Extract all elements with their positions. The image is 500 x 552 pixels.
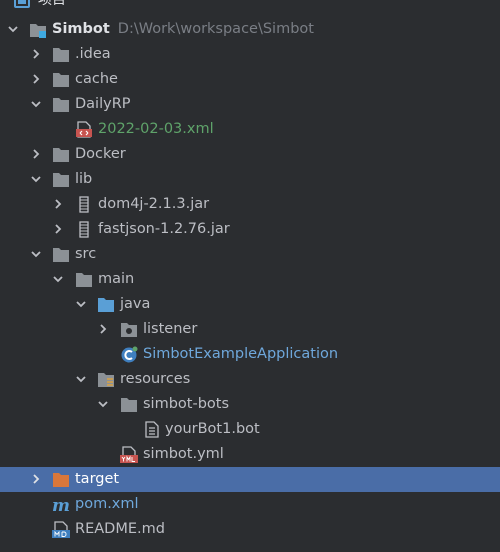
chevron-right-icon[interactable] [30, 473, 42, 485]
tree-label: simbot.yml [143, 446, 224, 462]
chevron-down-icon[interactable] [30, 98, 42, 110]
package-icon [121, 323, 137, 337]
chevron-down-icon[interactable] [30, 248, 42, 260]
chevron-down-icon[interactable] [30, 173, 42, 185]
tree-label: resources [120, 371, 191, 387]
source-folder-icon [98, 298, 114, 312]
tree-label: dom4j-2.1.3.jar [98, 196, 210, 212]
tree-label: yourBot1.bot [165, 421, 260, 437]
tree-label: README.md [75, 521, 165, 537]
chevron-down-icon[interactable] [97, 398, 109, 410]
xml-file-icon [76, 121, 92, 138]
chevron-down-icon[interactable] [84, 0, 96, 4]
tree-item-resources[interactable]: resources [0, 367, 500, 392]
jar-icon [79, 196, 89, 213]
tree-item-xml-file[interactable]: 2022-02-03.xml [0, 117, 500, 142]
folder-icon [53, 148, 69, 162]
tree-item-dom4j-jar[interactable]: dom4j-2.1.3.jar [0, 192, 500, 217]
tree-label: fastjson-1.2.76.jar [98, 221, 230, 237]
folder-icon [76, 273, 92, 287]
tree-label: Docker [75, 146, 126, 162]
text-file-icon [145, 421, 159, 438]
root-path: D:\Work\workspace\Simbot [117, 21, 314, 37]
tree-item-src[interactable]: src [0, 242, 500, 267]
tree-item-readme[interactable]: README.md [0, 517, 500, 542]
folder-icon [53, 73, 69, 87]
tree-label: target [75, 471, 120, 487]
tree-label: main [98, 271, 135, 287]
tree-item-lib[interactable]: lib [0, 167, 500, 192]
folder-icon [121, 398, 137, 412]
root-label: Simbot [52, 21, 110, 37]
tree-label: listener [143, 321, 198, 337]
panel-title[interactable]: 项目 [38, 0, 66, 9]
tree-item-fastjson-jar[interactable]: fastjson-1.2.76.jar [0, 217, 500, 242]
chevron-right-icon[interactable] [30, 48, 42, 60]
tree-item-java[interactable]: java [0, 292, 500, 317]
chevron-right-icon[interactable] [30, 148, 42, 160]
chevron-right-icon[interactable] [97, 323, 109, 335]
tree-label: pom.xml [75, 496, 139, 512]
tree-item-simbot-root[interactable]: Simbot D:\Work\workspace\Simbot [0, 17, 500, 42]
project-panel-header: 项目 [0, 0, 500, 12]
tree-label: SimbotExampleApplication [143, 346, 339, 362]
project-tree: Simbot D:\Work\workspace\Simbot .idea cac… [0, 17, 500, 542]
chevron-down-icon[interactable] [75, 373, 87, 385]
tree-item-simbot-yml[interactable]: simbot.yml [0, 442, 500, 467]
tree-label: DailyRP [75, 96, 131, 112]
yml-file-icon [120, 446, 138, 463]
tree-label: java [120, 296, 151, 312]
chevron-right-icon[interactable] [30, 73, 42, 85]
tree-label: src [75, 246, 97, 262]
tree-item-main[interactable]: main [0, 267, 500, 292]
chevron-right-icon[interactable] [52, 198, 64, 210]
jar-icon [79, 221, 89, 238]
folder-icon [53, 248, 69, 262]
svg-text:m: m [52, 496, 70, 513]
markdown-icon [52, 521, 70, 538]
maven-icon: m [52, 496, 70, 513]
project-view-icon [14, 0, 30, 8]
folder-icon [53, 48, 69, 62]
chevron-down-icon[interactable] [52, 273, 64, 285]
chevron-down-icon[interactable] [75, 298, 87, 310]
tree-label: simbot-bots [143, 396, 230, 412]
chevron-right-icon[interactable] [52, 223, 64, 235]
tree-item-idea[interactable]: .idea [0, 42, 500, 67]
tree-item-simbot-bots[interactable]: simbot-bots [0, 392, 500, 417]
chevron-down-icon[interactable] [7, 23, 19, 35]
tree-item-docker[interactable]: Docker [0, 142, 500, 167]
tree-item-target[interactable]: target [0, 467, 500, 492]
tree-item-cache[interactable]: cache [0, 67, 500, 92]
module-folder-icon [30, 24, 46, 38]
tree-label: 2022-02-03.xml [98, 121, 214, 137]
spring-class-icon [121, 346, 138, 363]
tree-label: cache [75, 71, 118, 87]
resources-folder-icon [98, 373, 114, 387]
tree-item-dailyrp[interactable]: DailyRP [0, 92, 500, 117]
tree-label: lib [75, 171, 93, 187]
excluded-folder-icon [53, 473, 69, 487]
tree-item-app-class[interactable]: SimbotExampleApplication [0, 342, 500, 367]
tree-item-pom[interactable]: m pom.xml [0, 492, 500, 517]
folder-icon [53, 173, 69, 187]
tree-label: .idea [75, 46, 111, 62]
tree-item-yourbot[interactable]: yourBot1.bot [0, 417, 500, 442]
folder-icon [53, 98, 69, 112]
tree-item-listener[interactable]: listener [0, 317, 500, 342]
